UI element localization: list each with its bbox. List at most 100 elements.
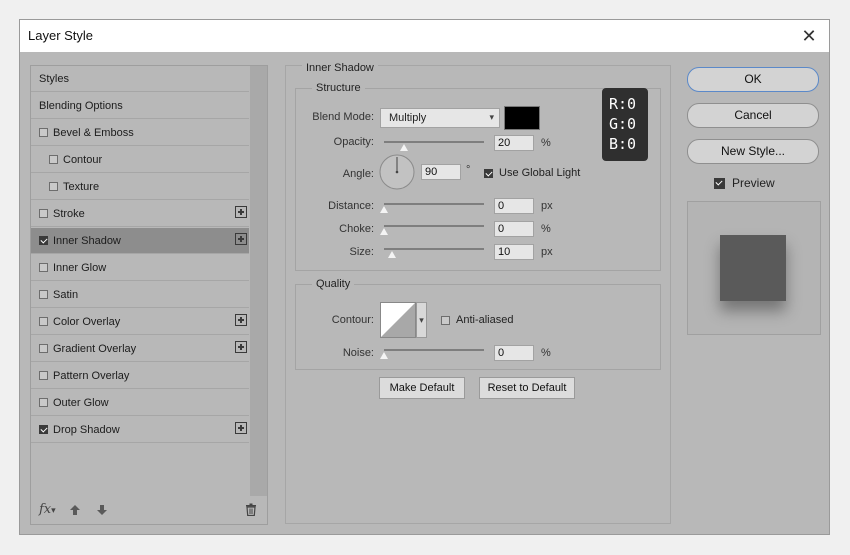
noise-slider-handle[interactable] <box>380 352 388 359</box>
style-list-item[interactable]: Inner Shadow <box>31 228 249 254</box>
style-checkbox[interactable] <box>39 209 48 218</box>
new-style-button[interactable]: New Style... <box>687 139 819 164</box>
anti-aliased-checkbox[interactable] <box>441 316 450 325</box>
distance-unit: px <box>541 200 553 212</box>
layer-style-dialog: Layer Style ✕ Styles Blending Options Beve… <box>19 19 830 535</box>
style-list-item-label: Blending Options <box>39 99 123 112</box>
style-list-item[interactable]: Stroke <box>31 201 249 227</box>
blend-mode-label: Blend Mode: <box>312 111 374 123</box>
size-slider[interactable] <box>384 248 484 250</box>
blend-mode-select[interactable]: Multiply ▾ <box>380 108 500 128</box>
style-list-item[interactable]: Pattern Overlay <box>31 363 249 389</box>
style-list-item[interactable]: Bevel & Emboss <box>31 120 249 146</box>
add-style-plus-icon[interactable] <box>235 314 247 326</box>
style-list-item-label: Inner Shadow <box>53 234 121 247</box>
style-list-item[interactable]: Drop Shadow <box>31 417 249 443</box>
style-list-scrollbar[interactable] <box>250 66 267 496</box>
angle-dial[interactable] <box>379 154 415 190</box>
cancel-button[interactable]: Cancel <box>687 103 819 128</box>
green-readout: G:0 <box>609 115 637 133</box>
choke-input[interactable]: 0 <box>494 221 534 237</box>
noise-label: Noise: <box>342 347 374 359</box>
distance-slider-handle[interactable] <box>380 206 388 213</box>
style-checkbox[interactable] <box>49 155 58 164</box>
preview-swatch <box>720 235 786 301</box>
add-style-plus-icon[interactable] <box>235 341 247 353</box>
style-checkbox[interactable] <box>49 182 58 191</box>
noise-input[interactable]: 0 <box>494 345 534 361</box>
blend-mode-value: Multiply <box>389 112 427 124</box>
style-list-item[interactable]: Color Overlay <box>31 309 249 335</box>
panel-title: Inner Shadow <box>302 62 378 74</box>
ok-button[interactable]: OK <box>687 67 819 92</box>
contour-preview[interactable] <box>380 302 416 338</box>
style-checkbox[interactable] <box>39 344 48 353</box>
choke-unit: % <box>541 223 551 235</box>
anti-aliased-label: Anti-aliased <box>456 314 514 326</box>
fx-label: fx <box>39 502 52 517</box>
shadow-color-swatch[interactable] <box>504 106 540 130</box>
structure-legend: Structure <box>312 82 365 94</box>
style-list-item[interactable]: Gradient Overlay <box>31 336 249 362</box>
preview-box <box>687 201 821 335</box>
dialog-title: Layer Style <box>28 28 94 43</box>
style-checkbox[interactable] <box>39 236 48 245</box>
style-list-item[interactable]: Outer Glow <box>31 390 249 416</box>
style-list-item[interactable]: Contour <box>31 147 249 173</box>
style-list-item-label: Inner Glow <box>53 261 107 274</box>
add-style-plus-icon[interactable] <box>235 422 247 434</box>
make-default-button[interactable]: Make Default <box>379 377 465 399</box>
style-list-item[interactable]: Styles <box>31 66 249 92</box>
style-list-item[interactable]: Satin <box>31 282 249 308</box>
style-checkbox[interactable] <box>39 263 48 272</box>
style-checkbox[interactable] <box>39 398 48 407</box>
style-list-item-label: Styles <box>39 72 69 85</box>
title-bar: Layer Style ✕ <box>20 20 829 52</box>
style-list-item[interactable]: Texture <box>31 174 249 200</box>
opacity-slider-handle[interactable] <box>400 144 408 151</box>
contour-dropdown-chevron-icon[interactable]: ▾ <box>416 302 427 338</box>
trash-icon[interactable] <box>245 503 257 519</box>
choke-slider-handle[interactable] <box>380 228 388 235</box>
style-list: Styles Blending Options Bevel & Emboss Cont… <box>30 65 268 525</box>
add-style-plus-icon[interactable] <box>235 206 247 218</box>
choke-label: Choke: <box>339 223 374 235</box>
angle-input[interactable]: 90 <box>421 164 461 180</box>
use-global-light-checkbox[interactable] <box>484 169 493 178</box>
preview-checkbox[interactable] <box>714 178 725 189</box>
chevron-down-icon: ▾ <box>489 112 494 122</box>
style-checkbox[interactable] <box>39 371 48 380</box>
noise-slider[interactable] <box>384 349 484 351</box>
opacity-input[interactable]: 20 <box>494 135 534 151</box>
style-list-item-label: Bevel & Emboss <box>53 126 134 139</box>
fx-menu-button[interactable]: fx▾ <box>39 502 56 517</box>
style-checkbox[interactable] <box>39 425 48 434</box>
size-input[interactable]: 10 <box>494 244 534 260</box>
size-unit: px <box>541 246 553 258</box>
arrow-up-icon[interactable] <box>69 504 81 519</box>
size-label: Size: <box>349 246 374 258</box>
use-global-light-label: Use Global Light <box>499 167 581 179</box>
choke-slider[interactable] <box>384 225 484 227</box>
size-slider-handle[interactable] <box>388 251 396 258</box>
opacity-label: Opacity: <box>333 136 374 148</box>
add-style-plus-icon[interactable] <box>235 233 247 245</box>
distance-slider[interactable] <box>384 203 484 205</box>
style-list-item[interactable]: Blending Options <box>31 93 249 119</box>
style-list-item[interactable]: Inner Glow <box>31 255 249 281</box>
style-checkbox[interactable] <box>39 128 48 137</box>
close-icon[interactable]: ✕ <box>797 24 821 48</box>
opacity-slider[interactable] <box>384 141 484 143</box>
contour-label: Contour: <box>331 314 374 326</box>
red-readout: R:0 <box>609 95 637 113</box>
reset-to-default-button[interactable]: Reset to Default <box>479 377 575 399</box>
style-checkbox[interactable] <box>39 290 48 299</box>
quality-legend: Quality <box>312 278 355 290</box>
style-list-item-label: Stroke <box>53 207 85 220</box>
style-list-item-label: Contour <box>63 153 103 166</box>
angle-unit: ° <box>466 164 471 176</box>
distance-input[interactable]: 0 <box>494 198 534 214</box>
style-checkbox[interactable] <box>39 317 48 326</box>
style-list-item-label: Gradient Overlay <box>53 342 137 355</box>
arrow-down-icon[interactable] <box>96 504 108 519</box>
